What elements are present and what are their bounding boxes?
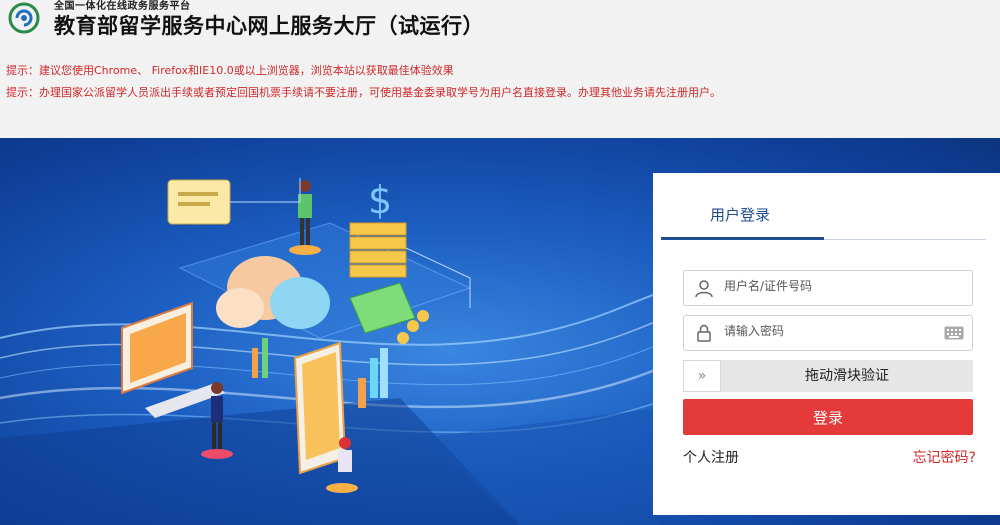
- browser-tip: 提示：建议您使用Chrome、 Firefox和IE10.0或以上浏览器，浏览本…: [6, 64, 454, 77]
- double-chevron-right-icon: »: [697, 368, 707, 384]
- login-panel: 用户登录 » 拖动滑块验证: [653, 173, 1000, 515]
- slider-handle[interactable]: »: [683, 360, 721, 392]
- svg-text:$: $: [368, 178, 392, 222]
- emblem-logo-icon: [8, 2, 40, 34]
- tab-active-indicator: [661, 237, 824, 240]
- watermark-text: 知乎 @花花海归: [760, 472, 960, 502]
- registration-tip: 提示：办理国家公派留学人员派出手续或者预定回国机票手续请不要注册，可使用基金委录…: [6, 86, 721, 99]
- user-icon: [695, 280, 713, 298]
- password-field[interactable]: [683, 315, 973, 351]
- slider-captcha: » 拖动滑块验证: [683, 360, 973, 392]
- login-button[interactable]: 登录: [683, 399, 973, 435]
- forgot-password-link[interactable]: 忘记密码?: [913, 447, 976, 467]
- tab-user-login[interactable]: 用户登录: [710, 204, 770, 225]
- password-input[interactable]: [724, 324, 924, 338]
- slider-label: 拖动滑块验证: [805, 368, 889, 384]
- register-link[interactable]: 个人注册: [683, 447, 739, 467]
- site-title: 教育部留学服务中心网上服务大厅（试运行）: [54, 14, 484, 38]
- username-input[interactable]: [724, 279, 924, 293]
- keyboard-icon[interactable]: [944, 326, 964, 340]
- lock-icon: [697, 324, 711, 342]
- username-field[interactable]: [683, 270, 973, 306]
- page-header: 全国一体化在线政务服务平台 教育部留学服务中心网上服务大厅（试运行） 提示：建议…: [0, 0, 1000, 138]
